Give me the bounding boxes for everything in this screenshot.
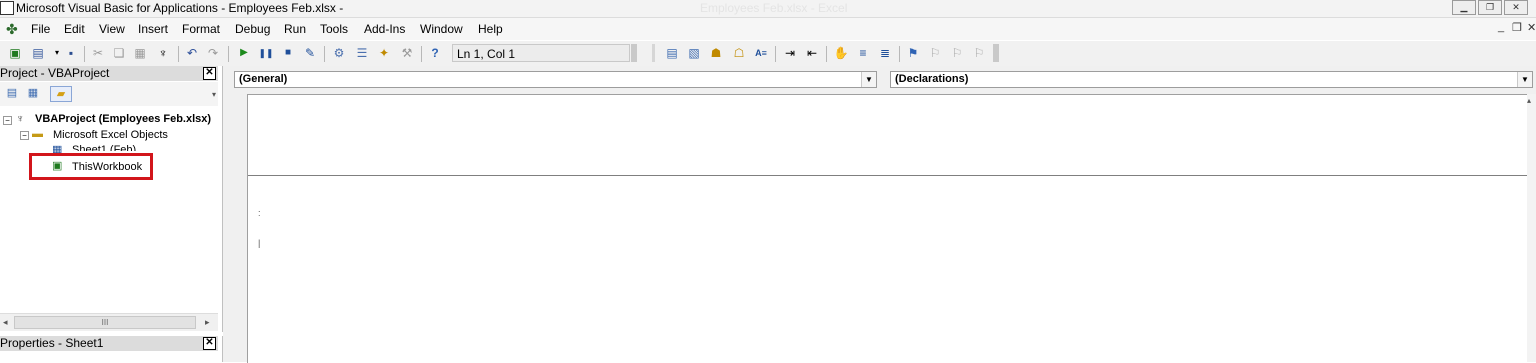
chevron-down-icon[interactable]: ▼ (1517, 72, 1532, 87)
menu-run[interactable]: Run (284, 22, 306, 36)
collapse-root-icon[interactable]: − (3, 116, 12, 125)
procedure-combo-value: (Declarations) (895, 73, 969, 85)
design-mode-icon[interactable]: ✎ (302, 45, 318, 61)
list-properties-icon[interactable]: ▤ (664, 45, 680, 61)
menu-help[interactable]: Help (478, 22, 503, 36)
scroll-thumb[interactable]: III (14, 316, 196, 329)
menu-window[interactable]: Window (420, 22, 463, 36)
minimize-button[interactable]: ▁ (1452, 0, 1476, 15)
properties-window-icon[interactable]: ☰ (354, 45, 370, 61)
properties-header: Properties - Sheet1 ✕ (0, 336, 218, 351)
window-controls: ▁ ❐ ✕ (1450, 0, 1528, 15)
help-icon[interactable]: ? (427, 45, 443, 61)
highlight-box (29, 153, 153, 180)
copy-icon[interactable]: ❏ (111, 45, 127, 61)
standard-toolbar: ▣ ▤ ▾ ▪ ✂ ❏ ▦ ♆ ↶ ↷ ▶ ❚❚ ■ ✎ ⚙ ☰ ✦ ⚒ ? L… (0, 41, 1536, 67)
vbaproject-icon: ♆ (16, 113, 25, 125)
object-combo[interactable]: (General) ▼ (234, 71, 877, 88)
cursor-position-field: Ln 1, Col 1 (452, 44, 630, 62)
view-code-icon[interactable]: ▤ (4, 86, 20, 100)
horizontal-scrollbar[interactable]: ◂ III ▸ (0, 313, 218, 331)
mdi-close-icon[interactable]: ✕ (1527, 21, 1536, 34)
redo-icon[interactable]: ↷ (205, 45, 221, 61)
collapse-folder-icon[interactable]: − (20, 131, 29, 140)
view-object-icon[interactable]: ▦ (25, 86, 41, 100)
reset-icon[interactable]: ■ (280, 45, 296, 61)
restore-button[interactable]: ❐ (1478, 0, 1502, 15)
toolbar-grip-2[interactable] (993, 44, 999, 62)
menu-add-ins[interactable]: Add-Ins (364, 22, 405, 36)
procedure-separator (248, 175, 1528, 176)
quick-info-icon[interactable]: ☗ (708, 45, 724, 61)
complete-word-icon[interactable]: A≡ (753, 45, 769, 61)
toggle-folders-icon[interactable]: ▰ (50, 86, 72, 102)
parameter-info-icon[interactable]: ☖ (731, 45, 747, 61)
title-bar: Microsoft Visual Basic for Applications … (0, 0, 1536, 18)
scroll-up-icon[interactable]: ▴ (1527, 96, 1531, 105)
code-editor[interactable]: : | (247, 94, 1528, 363)
run-icon[interactable]: ▶ (236, 45, 252, 61)
toolbar-grip[interactable] (631, 44, 637, 62)
next-bookmark-icon[interactable]: ⚐ (927, 45, 943, 61)
vba-icon: ✤ (6, 21, 18, 37)
app-icon (0, 1, 14, 15)
close-properties-icon[interactable]: ✕ (203, 337, 216, 350)
menu-format[interactable]: Format (182, 22, 220, 36)
toggle-breakpoint-icon[interactable]: ✋ (833, 45, 849, 61)
indent-icon[interactable]: ⇥ (782, 45, 798, 61)
previous-bookmark-icon[interactable]: ⚐ (949, 45, 965, 61)
chevron-down-icon[interactable]: ▼ (861, 72, 876, 87)
toolbox-icon[interactable]: ⚒ (399, 45, 415, 61)
menu-insert[interactable]: Insert (138, 22, 168, 36)
project-explorer-icon[interactable]: ⚙ (331, 45, 347, 61)
toolbar-overflow-icon[interactable]: ▾ (206, 88, 222, 102)
project-explorer-title: Project - VBAProject (0, 66, 110, 80)
text-caret: : (258, 208, 261, 218)
background-window-title: Employees Feb.xlsx - Excel (700, 1, 848, 15)
outdent-icon[interactable]: ⇤ (804, 45, 820, 61)
cut-icon[interactable]: ✂ (90, 45, 106, 61)
scroll-right-icon[interactable]: ▸ (205, 317, 210, 328)
menu-debug[interactable]: Debug (235, 22, 270, 36)
properties-title: Properties - Sheet1 (0, 336, 104, 350)
project-explorer-header: Project - VBAProject ✕ (0, 66, 218, 81)
paste-icon[interactable]: ▦ (132, 45, 148, 61)
project-tree: − ♆ VBAProject (Employees Feb.xlsx) − ▬ … (0, 108, 218, 313)
code-window: (General) ▼ (Declarations) ▼ : | ▴ (223, 66, 1536, 363)
object-combo-value: (General) (239, 73, 288, 85)
menu-edit[interactable]: Edit (64, 22, 85, 36)
procedure-combo[interactable]: (Declarations) ▼ (890, 71, 1533, 88)
clear-bookmarks-icon[interactable]: ⚐ (971, 45, 987, 61)
close-button[interactable]: ✕ (1504, 0, 1528, 15)
margin-indicator-bar[interactable] (223, 94, 247, 362)
uncomment-block-icon[interactable]: ≣ (877, 45, 893, 61)
break-icon[interactable]: ❚❚ (258, 45, 274, 61)
tree-item-vbaproject[interactable]: VBAProject (Employees Feb.xlsx) (35, 113, 211, 125)
list-constants-icon[interactable]: ▧ (686, 45, 702, 61)
undo-icon[interactable]: ↶ (184, 45, 200, 61)
menu-bar: ✤ File Edit View Insert Format Debug Run… (0, 18, 1536, 40)
save-icon[interactable]: ▪ (63, 45, 79, 61)
mdi-restore-icon[interactable]: ❐ (1512, 21, 1522, 34)
find-icon[interactable]: ♆ (155, 45, 171, 61)
view-excel-icon[interactable]: ▣ (7, 45, 23, 61)
properties-panel: Properties - Sheet1 ✕ (0, 336, 223, 362)
object-browser-icon[interactable]: ✦ (376, 45, 392, 61)
vertical-scrollbar[interactable]: ▴ (1527, 94, 1536, 362)
project-explorer-panel: Project - VBAProject ✕ ▤ ▦ ▰ ▾ − ♆ VBAPr… (0, 66, 223, 332)
toggle-bookmark-icon[interactable]: ⚑ (905, 45, 921, 61)
window-title: Microsoft Visual Basic for Applications … (16, 1, 344, 15)
mdi-minimize-icon[interactable]: _ (1498, 21, 1504, 33)
menu-tools[interactable]: Tools (320, 22, 348, 36)
project-explorer-toolbar: ▤ ▦ ▰ ▾ (0, 82, 218, 106)
folder-icon: ▬ (32, 128, 43, 140)
menu-view[interactable]: View (99, 22, 125, 36)
text-caret-2: | (258, 238, 261, 248)
scroll-left-icon[interactable]: ◂ (3, 317, 8, 328)
insert-module-icon[interactable]: ▤ (30, 45, 46, 61)
close-panel-icon[interactable]: ✕ (203, 67, 216, 80)
comment-block-icon[interactable]: ≡ (855, 45, 871, 61)
tree-item-excel-objects[interactable]: Microsoft Excel Objects (53, 129, 168, 141)
menu-file[interactable]: File (31, 22, 50, 36)
